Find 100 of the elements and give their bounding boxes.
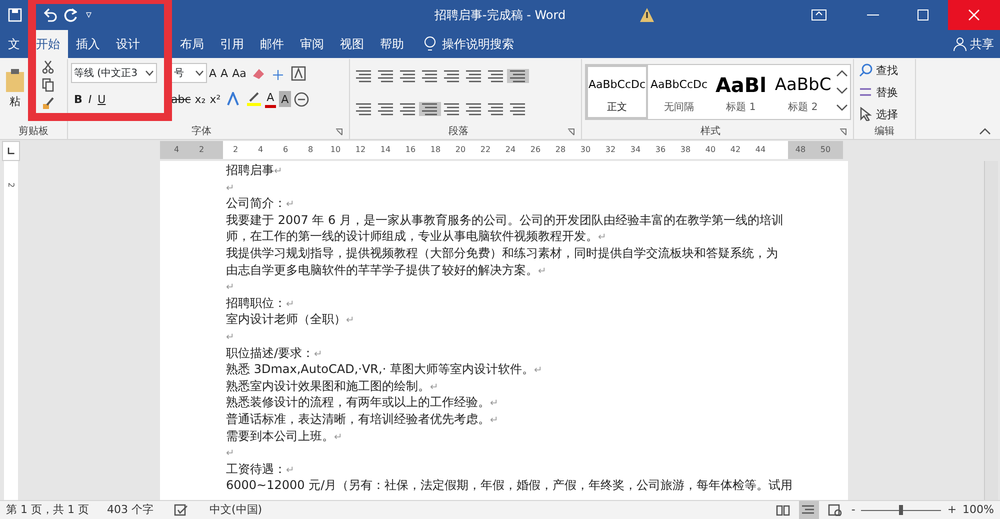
ribbon-tab[interactable]: 引用	[212, 30, 252, 58]
zoom-slider-thumb[interactable]	[899, 505, 904, 515]
ruler-number: 26	[529, 144, 542, 156]
ruler-number: 2	[198, 144, 206, 156]
document-text: 室内设计老师（全职）	[226, 312, 346, 326]
bold-button[interactable]: B	[71, 89, 86, 109]
language-indicator[interactable]: 中文(中国)	[209, 502, 262, 518]
ribbon-tab[interactable]: 帮助	[372, 30, 412, 58]
document-text: 熟悉 3Dmax,AutoCAD,·VR,· 草图大师等室内设计软件。	[226, 362, 534, 376]
document-text: 招聘启事	[226, 163, 274, 177]
person-icon[interactable]	[953, 37, 967, 51]
group-label: 编辑	[874, 125, 896, 139]
caret-icon	[145, 70, 154, 76]
dialog-launcher-icon[interactable]	[839, 128, 847, 136]
caret-icon	[195, 70, 204, 76]
ribbon-tab[interactable]: 审阅	[292, 30, 332, 58]
vertical-scrollbar[interactable]	[984, 161, 998, 500]
find-button[interactable]: 查找	[857, 60, 912, 80]
select-button[interactable]: 选择	[857, 104, 912, 124]
change-case-button[interactable]: Aa	[230, 63, 248, 83]
dialog-launcher-icon[interactable]	[567, 128, 575, 136]
font-size-dropdown[interactable]: 号	[171, 63, 207, 83]
print-layout-icon[interactable]	[802, 504, 816, 516]
group-label: 剪贴板	[18, 125, 50, 139]
paragraph-mark: ↵	[346, 315, 354, 326]
scissors-icon[interactable]	[42, 60, 54, 74]
dialog-launcher-icon[interactable]	[335, 128, 343, 136]
document-text: 公司简介：	[226, 196, 286, 210]
document-text: 师，在工作的第一线的设计师组成，专业从事电脑软件视频教程开发。	[226, 229, 598, 244]
paragraph-mark: ↵	[334, 432, 342, 442]
ribbon-tab[interactable]: 插入	[68, 30, 108, 58]
page-count[interactable]: 第 1 页，共 1 页	[6, 502, 89, 518]
underline-button[interactable]: U	[94, 89, 109, 109]
ruler-number: 2	[6, 182, 17, 188]
group-label: 字体	[190, 125, 212, 139]
ribbon-tab[interactable]: 文	[0, 30, 28, 58]
ruler-number: 50	[819, 144, 832, 156]
share-button[interactable]: 共享	[970, 35, 994, 53]
font-color-button[interactable]: A	[264, 90, 276, 108]
character-border-icon[interactable]	[291, 66, 306, 80]
ruler-number: 8	[306, 144, 314, 156]
strikethrough-button[interactable]: abc	[169, 89, 193, 109]
zoom-in-button[interactable]: +	[947, 502, 957, 518]
tab-selector-icon[interactable]	[6, 145, 16, 157]
style-option[interactable]: AaBbCcDc 正文	[586, 65, 648, 119]
paragraph-mark: ↵	[226, 448, 234, 460]
shrink-font-button[interactable]: A	[218, 63, 230, 83]
ruler-number: 16	[404, 144, 417, 156]
ribbon-tab[interactable]: 布局	[172, 30, 212, 58]
superscript-button[interactable]: x²	[208, 89, 223, 109]
subscript-button[interactable]: x₂	[192, 89, 208, 109]
ruler-number: 4	[256, 144, 264, 156]
paragraph-mark: ↵	[430, 382, 438, 393]
ruler-number: 4	[172, 144, 180, 156]
clipboard-icon	[5, 69, 25, 93]
document-text: 6000~12000 元/月（另有：社保，法定假期，年假，婚假，产假，年终奖，公司旅游，每年体检等。试用	[226, 478, 793, 492]
save-icon[interactable]	[8, 8, 22, 22]
ribbon-tab[interactable]: 视图	[332, 30, 372, 58]
ruler-number: 22	[479, 144, 492, 156]
font-name-dropdown[interactable]: 等线 (中文正3	[71, 63, 157, 83]
magnifier-icon	[859, 63, 873, 77]
ruler-number: 34	[629, 144, 642, 156]
word-count[interactable]: 403 个字	[106, 502, 154, 518]
ruler-number: 2	[232, 144, 240, 156]
collapse-ribbon-icon[interactable]	[979, 127, 991, 135]
ribbon-tab[interactable]: 设计	[108, 30, 148, 58]
cursor-icon	[859, 107, 873, 121]
ruler-number: 20	[454, 144, 467, 156]
group-label: 样式	[700, 125, 722, 139]
document-text: 普通话标准，表达清晰，有培训经验者优先考虑。	[226, 412, 490, 426]
read-mode-icon[interactable]	[776, 504, 790, 516]
brush-icon[interactable]	[42, 96, 54, 110]
web-layout-icon[interactable]	[828, 504, 842, 516]
paragraph-mark: ↵	[538, 266, 546, 277]
zoom-out-button[interactable]: -	[851, 502, 856, 518]
document-text: 熟悉室内设计效果图和施工图的绘制。	[226, 378, 430, 393]
italic-button[interactable]: I	[85, 89, 95, 109]
ruler-number: 36	[654, 144, 667, 156]
eraser-icon[interactable]	[251, 66, 266, 80]
ribbon-display-icon[interactable]	[811, 7, 827, 23]
zoom-level[interactable]: 100%	[962, 502, 994, 518]
redo-icon[interactable]	[63, 8, 77, 22]
proofing-icon[interactable]	[174, 504, 188, 516]
paste-button[interactable]: 粘	[3, 59, 27, 117]
copy-icon[interactable]	[42, 78, 54, 92]
text-effects-icon[interactable]	[226, 92, 240, 106]
customize-menu-button[interactable]: ▿	[86, 6, 92, 24]
lightbulb-icon[interactable]	[423, 35, 437, 53]
ruler-number: 10	[329, 144, 342, 156]
ribbon-tab[interactable]: 邮件	[252, 30, 292, 58]
highlighter-icon[interactable]	[246, 92, 262, 106]
grow-font-button[interactable]: A	[207, 63, 219, 83]
undo-icon[interactable]	[43, 8, 57, 22]
ruler-number: 30	[579, 144, 592, 156]
tell-me-search[interactable]: 操作说明搜索	[442, 30, 514, 58]
replace-button[interactable]: 替换	[857, 82, 912, 102]
paragraph-mark: ↵	[226, 182, 234, 194]
zoom-slider[interactable]	[861, 504, 942, 516]
ruler-number: 42	[729, 144, 742, 156]
character-shading-button[interactable]: A	[279, 91, 291, 107]
